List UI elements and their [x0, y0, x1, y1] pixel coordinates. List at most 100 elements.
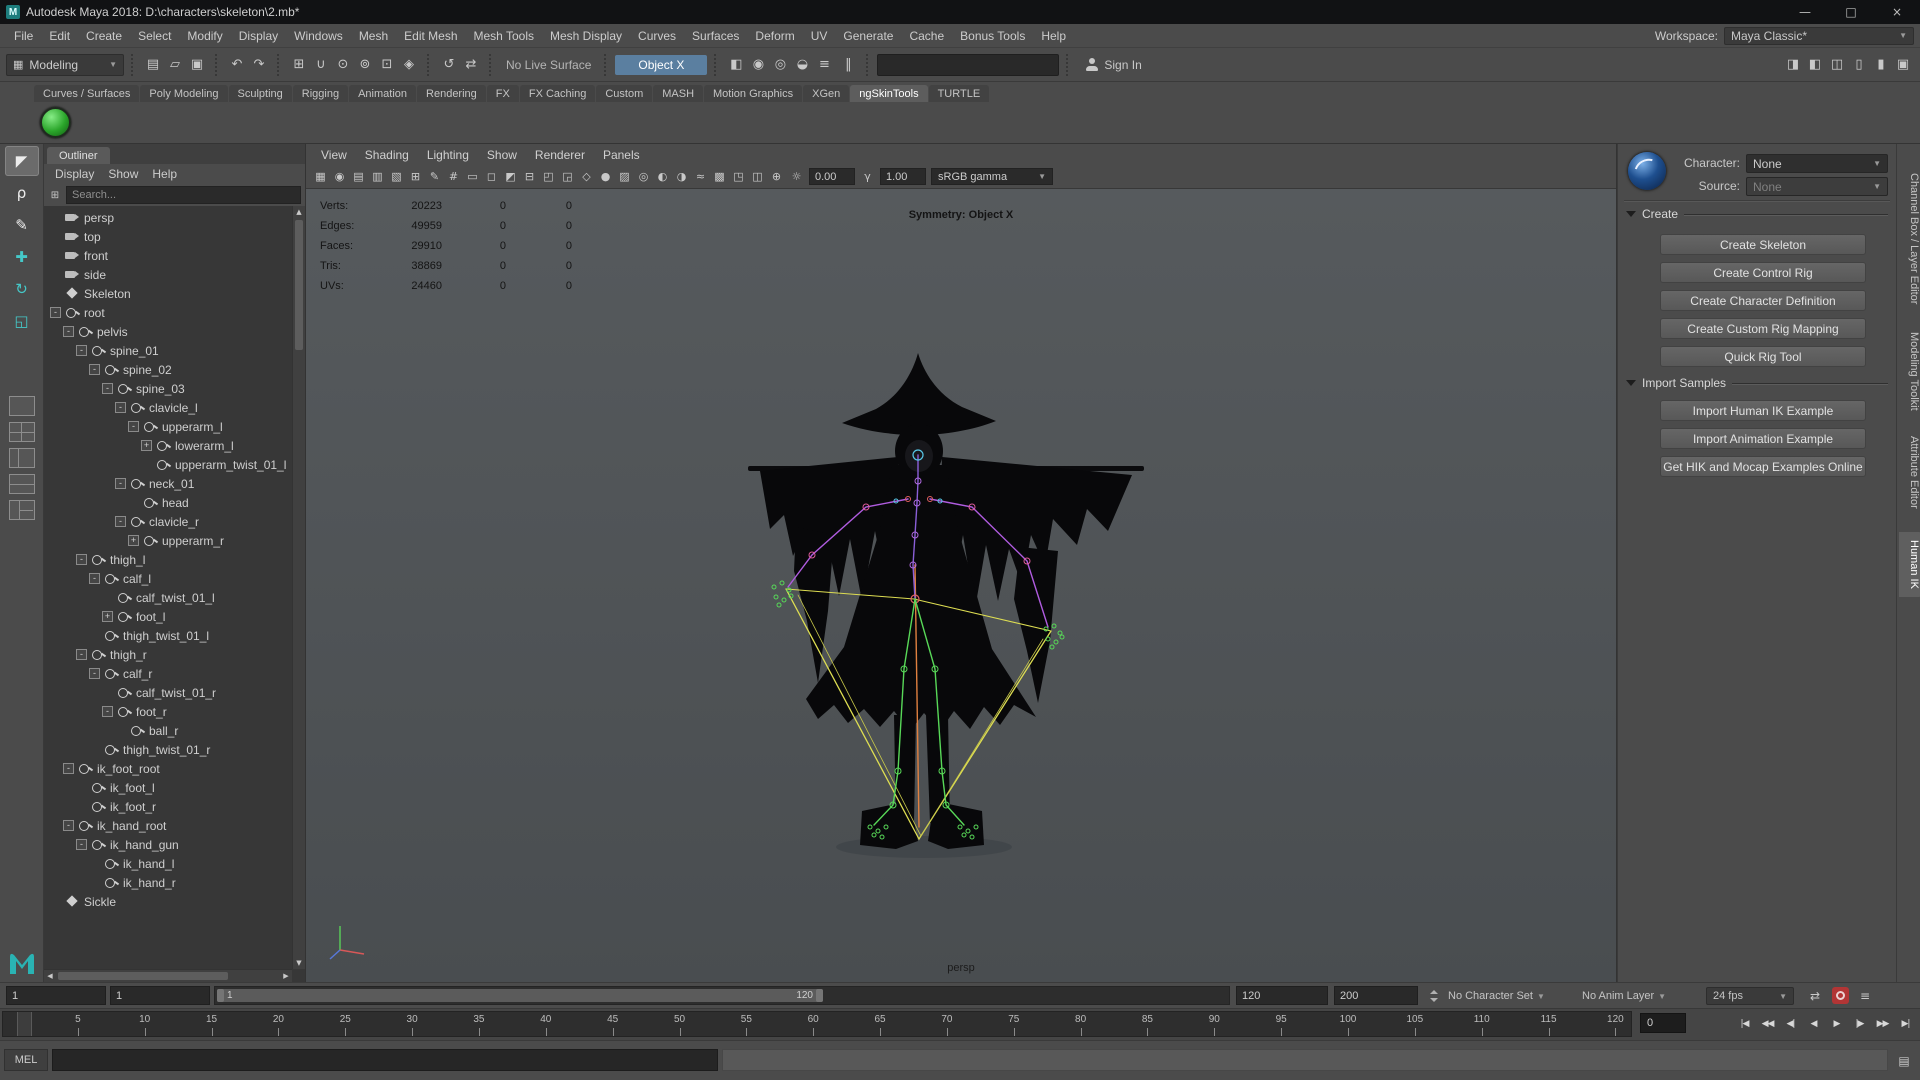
outliner-item-ik-foot-l[interactable]: ik_foot_l	[44, 778, 305, 797]
outliner-item-ik-foot-r[interactable]: ik_foot_r	[44, 797, 305, 816]
go-to-start-button[interactable]: |◀	[1734, 1012, 1755, 1036]
time-slider[interactable]: 5 10 15 20 25 30 35 40 45 50 55 60 65 70 75 80 85 90 95 100…	[2, 1011, 1632, 1037]
image-plane-icon[interactable]: ▧	[387, 167, 406, 186]
sidebar-tab-modeling-toolkit[interactable]: Modeling Toolkit	[1899, 324, 1920, 419]
viewport-menu-view[interactable]: View	[312, 148, 356, 162]
render-sequence-icon[interactable]: ◒	[791, 54, 813, 76]
script-editor-icon[interactable]: ▤	[1894, 1051, 1914, 1071]
import-animation-example-button[interactable]: Import Animation Example	[1660, 428, 1866, 449]
outliner-item-front[interactable]: front	[44, 246, 305, 265]
collapse-icon[interactable]: -	[89, 573, 100, 584]
menu-help[interactable]: Help	[1033, 29, 1074, 43]
scrollbar-thumb[interactable]	[295, 220, 303, 350]
menu-create[interactable]: Create	[78, 29, 130, 43]
outliner-menu-help[interactable]: Help	[145, 167, 184, 181]
shelf-tab-custom[interactable]: Custom	[596, 85, 653, 102]
fps-dropdown[interactable]: 24 fps ▼	[1706, 987, 1794, 1005]
lasso-tool[interactable]: ρ	[5, 178, 39, 208]
shadows-icon[interactable]: ◐	[653, 167, 672, 186]
collapse-icon[interactable]: -	[115, 516, 126, 527]
use-default-material-icon[interactable]: ◎	[634, 167, 653, 186]
sidebar-tab-attribute-editor[interactable]: Attribute Editor	[1899, 428, 1920, 517]
sidebar-toggle-humanik-icon[interactable]: ▮	[1870, 54, 1892, 76]
animation-end-field[interactable]	[1334, 986, 1418, 1005]
outliner-item-upperarm-twist-01-l[interactable]: upperarm_twist_01_l	[44, 455, 305, 474]
grease-pencil-icon[interactable]: ✎	[425, 167, 444, 186]
paint-selection-tool[interactable]: ✎	[5, 210, 39, 240]
menu-edit-mesh[interactable]: Edit Mesh	[396, 29, 465, 43]
outliner-item-pelvis[interactable]: - pelvis	[44, 322, 305, 341]
live-surface-indicator[interactable]: No Live Surface	[500, 58, 597, 72]
collapse-icon[interactable]: -	[128, 421, 139, 432]
vertical-scrollbar[interactable]: ▲ ▼	[292, 206, 305, 969]
film-gate-icon[interactable]: ▭	[463, 167, 482, 186]
snap-to-point-icon[interactable]: ⊙	[332, 54, 354, 76]
shelf-tab-ngskintools[interactable]: ngSkinTools	[850, 85, 928, 102]
textured-icon[interactable]: ▨	[615, 167, 634, 186]
current-frame-field[interactable]: 0	[1640, 1013, 1686, 1033]
outliner-item-spine-03[interactable]: - spine_03	[44, 379, 305, 398]
command-language-selector[interactable]: MEL	[4, 1049, 48, 1071]
outliner-menu-show[interactable]: Show	[101, 167, 145, 181]
snap-to-view-plane-icon[interactable]: ⊡	[376, 54, 398, 76]
shelf-tab-xgen[interactable]: XGen	[803, 85, 850, 102]
redo-icon[interactable]: ↷	[248, 54, 270, 76]
resolution-gate-icon[interactable]: ◻	[482, 167, 501, 186]
outliner-item-foot-r[interactable]: - foot_r	[44, 702, 305, 721]
outliner-item-ik-hand-r[interactable]: ik_hand_r	[44, 873, 305, 892]
create-control-rig-button[interactable]: Create Control Rig	[1660, 262, 1866, 283]
shelf-tab-motion-graphics[interactable]: Motion Graphics	[704, 85, 803, 102]
xray-joints-icon[interactable]: ⊕	[767, 167, 786, 186]
auto-keyframe-icon[interactable]	[1832, 987, 1849, 1004]
playback-loop-icon[interactable]: ⇄	[1806, 987, 1824, 1005]
sidebar-tab-channel-box-layer-editor[interactable]: Channel Box / Layer Editor	[1899, 165, 1920, 312]
viewport-menu-shading[interactable]: Shading	[356, 148, 418, 162]
outliner-item-ik-hand-root[interactable]: - ik_hand_root	[44, 816, 305, 835]
create-character-definition-button[interactable]: Create Character Definition	[1660, 290, 1866, 311]
ambient-occlusion-icon[interactable]: ◑	[672, 167, 691, 186]
outliner-item-upperarm-r[interactable]: + upperarm_r	[44, 531, 305, 550]
outliner-item-upperarm-l[interactable]: - upperarm_l	[44, 417, 305, 436]
character-dropdown[interactable]: None ▼	[1746, 154, 1888, 173]
safe-title-icon[interactable]: ◲	[558, 167, 577, 186]
menu-uv[interactable]: UV	[803, 29, 836, 43]
exposure-field[interactable]: 0.00	[809, 168, 855, 185]
collapse-icon[interactable]: -	[63, 820, 74, 831]
ngskintools-init-icon[interactable]	[40, 107, 71, 138]
sidebar-toggle-channel-box-icon[interactable]: ◨	[1782, 54, 1804, 76]
snap-to-curve-icon[interactable]: ∪	[310, 54, 332, 76]
menu-windows[interactable]: Windows	[286, 29, 351, 43]
scroll-down-icon[interactable]: ▼	[293, 957, 305, 969]
grid-icon[interactable]: #	[444, 167, 463, 186]
playback-start-field[interactable]	[110, 986, 210, 1005]
scale-tool[interactable]: ◱	[5, 306, 39, 336]
playback-end-field[interactable]	[1236, 986, 1328, 1005]
shelf-tab-poly-modeling[interactable]: Poly Modeling	[140, 85, 228, 102]
outliner-item-ik-foot-root[interactable]: - ik_foot_root	[44, 759, 305, 778]
ipr-render-icon[interactable]: ◎	[769, 54, 791, 76]
shelf-tab-curves-surfaces[interactable]: Curves / Surfaces	[34, 85, 140, 102]
view-transform-dropdown[interactable]: sRGB gamma ▼	[931, 168, 1053, 185]
outliner-item-thigh-r[interactable]: - thigh_r	[44, 645, 305, 664]
sidebar-toggle-modeling-toolkit-icon[interactable]: ▯	[1848, 54, 1870, 76]
collapse-icon[interactable]: -	[76, 345, 87, 356]
outliner-item-spine-02[interactable]: - spine_02	[44, 360, 305, 379]
command-line-input[interactable]	[52, 1049, 718, 1071]
input-output-connections-icon[interactable]: ⇄	[460, 54, 482, 76]
shelf-tab-rendering[interactable]: Rendering	[417, 85, 486, 102]
menu-surfaces[interactable]: Surfaces	[684, 29, 747, 43]
outliner-item-persp[interactable]: persp	[44, 208, 305, 227]
two-d-pan-zoom-icon[interactable]: ⊞	[406, 167, 425, 186]
wireframe-icon[interactable]: ◇	[577, 167, 596, 186]
open-scene-icon[interactable]: ▱	[164, 54, 186, 76]
menu-edit[interactable]: Edit	[41, 29, 78, 43]
outliner-item-thigh-l[interactable]: - thigh_l	[44, 550, 305, 569]
move-tool[interactable]: ✚	[5, 242, 39, 272]
outliner-item-calf-l[interactable]: - calf_l	[44, 569, 305, 588]
menu-generate[interactable]: Generate	[835, 29, 901, 43]
current-time-marker[interactable]	[17, 1012, 32, 1036]
outliner-item-clavicle-r[interactable]: - clavicle_r	[44, 512, 305, 531]
outliner-item-foot-l[interactable]: + foot_l	[44, 607, 305, 626]
menu-bonus-tools[interactable]: Bonus Tools	[952, 29, 1033, 43]
menu-mesh[interactable]: Mesh	[351, 29, 396, 43]
